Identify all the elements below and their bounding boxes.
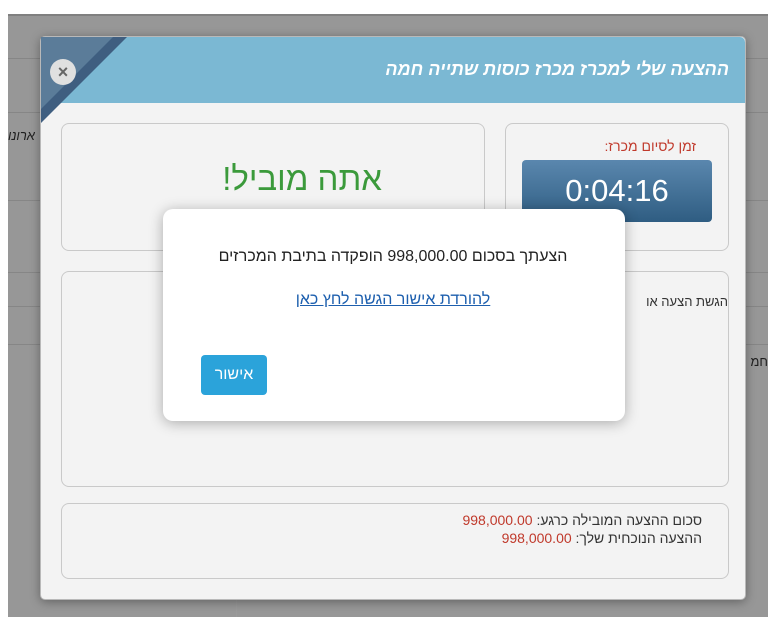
confirmation-message: הצעתך בסכום 998,000.00 הופקדה בתיבת המכר… xyxy=(218,248,568,265)
leading-bid-line: סכום ההצעה המובילה כרגע: 998,000.00 xyxy=(462,512,702,528)
bid-summary-panel: סכום ההצעה המובילה כרגע: 998,000.00 ההצע… xyxy=(61,503,729,579)
timer-label: זמן לסיום מכרז: xyxy=(604,138,696,154)
leading-bid-value: 998,000.00 xyxy=(462,512,533,528)
current-bid-label: ההצעה הנוכחית שלך: xyxy=(575,530,702,546)
leading-status-text: אתה מוביל! xyxy=(222,160,382,197)
modal-header: ההצעה שלי למכרז מכרז כוסות שתייה חמה xyxy=(41,37,745,103)
close-icon[interactable]: × xyxy=(50,59,76,85)
confirmation-dialog: הצעתך בסכום 998,000.00 הופקדה בתיבת המכר… xyxy=(163,209,625,421)
leading-bid-label: סכום ההצעה המובילה כרגע: xyxy=(536,512,702,528)
current-bid-line: ההצעה הנוכחית שלך: 998,000.00 xyxy=(502,530,702,546)
current-bid-value: 998,000.00 xyxy=(501,530,572,546)
modal-title: ההצעה שלי למכרז מכרז כוסות שתייה חמה xyxy=(385,59,729,79)
ok-button[interactable]: אישור xyxy=(201,355,267,395)
download-confirmation-link[interactable]: להורדת אישור הגשה לחץ כאן xyxy=(203,291,583,309)
bid-submission-label: הגשת הצעה או xyxy=(646,294,728,309)
